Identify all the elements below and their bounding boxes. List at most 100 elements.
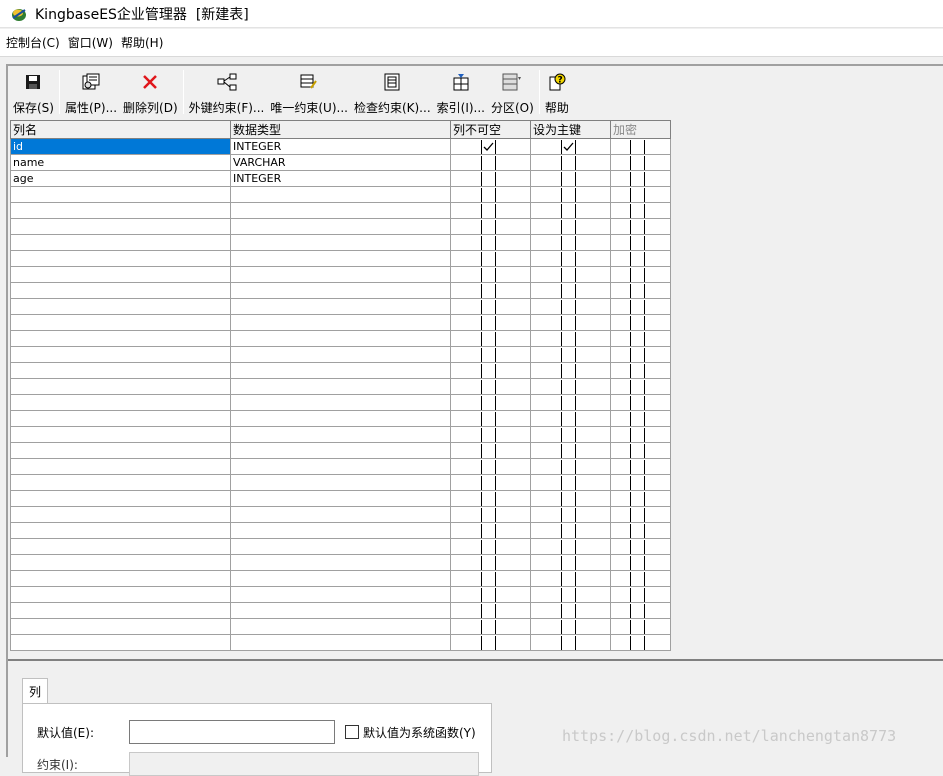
cell-column-name[interactable] — [10, 346, 231, 363]
checkbox[interactable] — [481, 556, 496, 570]
cell-encrypt[interactable] — [610, 202, 671, 219]
checkbox[interactable] — [561, 444, 576, 458]
cell-primary-key[interactable] — [530, 570, 611, 587]
cell-data-type[interactable]: INTEGER — [230, 170, 451, 187]
empty-table-row[interactable] — [10, 378, 671, 395]
cell-encrypt[interactable] — [610, 266, 671, 283]
cell-data-type[interactable] — [230, 298, 451, 315]
cell-not-null[interactable] — [450, 442, 531, 459]
header-not-null[interactable]: 列不可空 — [450, 120, 531, 139]
cell-not-null[interactable] — [450, 298, 531, 315]
checkbox[interactable] — [561, 588, 576, 602]
cell-data-type[interactable]: INTEGER — [230, 138, 451, 155]
cell-data-type[interactable] — [230, 314, 451, 331]
partition-button[interactable]: 分区(O) — [488, 70, 537, 116]
default-value-input[interactable] — [129, 720, 335, 744]
cell-data-type[interactable] — [230, 490, 451, 507]
checkbox[interactable] — [561, 380, 576, 394]
cell-primary-key[interactable] — [530, 138, 611, 155]
checkbox[interactable] — [481, 156, 496, 170]
cell-encrypt[interactable] — [610, 170, 671, 187]
checkbox[interactable] — [481, 460, 496, 474]
cell-column-name[interactable] — [10, 602, 231, 619]
cell-column-name[interactable] — [10, 266, 231, 283]
cell-data-type[interactable] — [230, 266, 451, 283]
cell-data-type[interactable] — [230, 458, 451, 475]
checkbox[interactable] — [481, 188, 496, 202]
cell-not-null[interactable] — [450, 394, 531, 411]
cell-not-null[interactable] — [450, 570, 531, 587]
checkbox[interactable] — [561, 476, 576, 490]
cell-encrypt[interactable] — [610, 138, 671, 155]
cell-data-type[interactable] — [230, 586, 451, 603]
empty-table-row[interactable] — [10, 266, 671, 283]
cell-encrypt[interactable] — [610, 394, 671, 411]
checkbox[interactable] — [481, 284, 496, 298]
cell-not-null[interactable] — [450, 506, 531, 523]
checkbox[interactable] — [561, 284, 576, 298]
checkbox[interactable] — [561, 268, 576, 282]
checkbox[interactable] — [561, 508, 576, 522]
check-constraint-button[interactable]: 检查约束(K)... — [351, 70, 434, 116]
checkbox[interactable] — [561, 140, 576, 154]
cell-column-name[interactable] — [10, 298, 231, 315]
cell-data-type[interactable] — [230, 234, 451, 251]
cell-data-type[interactable] — [230, 362, 451, 379]
cell-column-name[interactable]: name — [10, 154, 231, 171]
cell-encrypt[interactable] — [610, 538, 671, 555]
cell-primary-key[interactable] — [530, 314, 611, 331]
cell-primary-key[interactable] — [530, 154, 611, 171]
empty-table-row[interactable] — [10, 298, 671, 315]
cell-not-null[interactable] — [450, 186, 531, 203]
empty-table-row[interactable] — [10, 394, 671, 411]
cell-primary-key[interactable] — [530, 634, 611, 651]
cell-primary-key[interactable] — [530, 170, 611, 187]
cell-encrypt[interactable] — [610, 586, 671, 603]
unique-constraint-button[interactable]: 唯一约束(U)... — [267, 70, 351, 116]
cell-not-null[interactable] — [450, 410, 531, 427]
cell-not-null[interactable] — [450, 522, 531, 539]
checkbox[interactable] — [481, 444, 496, 458]
cell-column-name[interactable] — [10, 394, 231, 411]
cell-data-type[interactable] — [230, 618, 451, 635]
cell-data-type[interactable] — [230, 474, 451, 491]
cell-column-name[interactable] — [10, 234, 231, 251]
cell-data-type[interactable] — [230, 538, 451, 555]
cell-encrypt[interactable] — [610, 362, 671, 379]
cell-primary-key[interactable] — [530, 394, 611, 411]
table-row[interactable]: name VARCHAR — [10, 154, 671, 171]
cell-data-type[interactable] — [230, 330, 451, 347]
cell-primary-key[interactable] — [530, 378, 611, 395]
cell-not-null[interactable] — [450, 586, 531, 603]
cell-encrypt[interactable] — [610, 186, 671, 203]
cell-data-type[interactable] — [230, 602, 451, 619]
cell-encrypt[interactable] — [610, 282, 671, 299]
checkbox[interactable] — [561, 556, 576, 570]
cell-column-name[interactable] — [10, 362, 231, 379]
cell-not-null[interactable] — [450, 234, 531, 251]
empty-table-row[interactable] — [10, 314, 671, 331]
checkbox[interactable] — [481, 268, 496, 282]
cell-encrypt[interactable] — [610, 618, 671, 635]
cell-encrypt[interactable] — [610, 154, 671, 171]
empty-table-row[interactable] — [10, 202, 671, 219]
cell-primary-key[interactable] — [530, 458, 611, 475]
empty-table-row[interactable] — [10, 602, 671, 619]
cell-primary-key[interactable] — [530, 586, 611, 603]
empty-table-row[interactable] — [10, 426, 671, 443]
cell-encrypt[interactable] — [610, 314, 671, 331]
checkbox[interactable] — [481, 204, 496, 218]
cell-primary-key[interactable] — [530, 202, 611, 219]
save-button[interactable]: 保存(S) — [10, 70, 57, 116]
tab-column[interactable]: 列 — [22, 678, 48, 704]
checkbox[interactable] — [481, 316, 496, 330]
cell-data-type[interactable] — [230, 378, 451, 395]
properties-button[interactable]: 属性(P)... — [62, 70, 120, 116]
cell-encrypt[interactable] — [610, 634, 671, 651]
checkbox[interactable] — [481, 220, 496, 234]
cell-not-null[interactable] — [450, 202, 531, 219]
cell-column-name[interactable] — [10, 618, 231, 635]
cell-primary-key[interactable] — [530, 266, 611, 283]
cell-primary-key[interactable] — [530, 362, 611, 379]
checkbox[interactable] — [481, 412, 496, 426]
